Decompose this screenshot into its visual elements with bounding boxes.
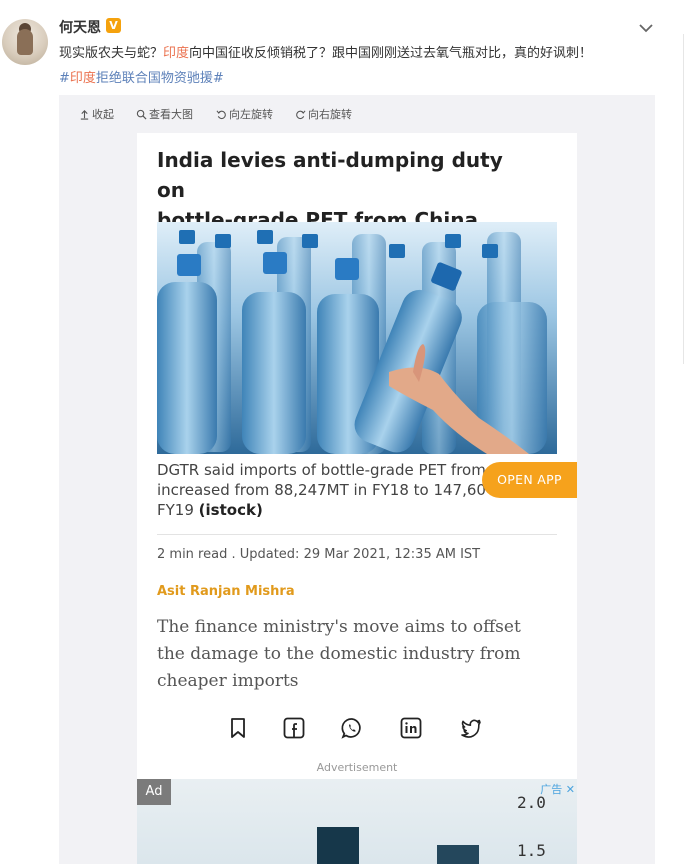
summary-line: cheaper imports: [157, 671, 299, 691]
summary-line: The finance ministry's move aims to offs…: [157, 617, 521, 637]
ad-bar: [317, 827, 359, 864]
caption-line: increased from 88,247MT in FY18 to 147,6…: [157, 481, 486, 499]
article-summary: The finance ministry's move aims to offs…: [157, 614, 557, 695]
ad-tick-label: 2.0: [517, 793, 546, 812]
facebook-icon[interactable]: [282, 716, 306, 740]
rotate-right-label: 向右旋转: [308, 108, 352, 121]
post-keyword-link[interactable]: 印度: [163, 46, 189, 61]
ad-tag: Ad: [137, 779, 171, 805]
rotate-left-label: 向左旋转: [229, 108, 273, 121]
avatar-figure-body: [17, 29, 33, 55]
view-large-label: 查看大图: [149, 108, 193, 121]
image-toolbar: 收起 查看大图 向左旋转 向右旋转: [59, 104, 655, 124]
collapse-button[interactable]: 收起: [79, 106, 114, 122]
open-app-button[interactable]: OPEN APP: [482, 462, 577, 498]
collapse-icon: [80, 109, 89, 120]
caption-credit: (istock): [198, 501, 263, 519]
post-text: 现实版农夫与蛇？印度向中国征收反倾销税了？跟中国刚刚送过去氧气瓶对比，真的好讽刺…: [59, 42, 592, 61]
topic-hash: #: [59, 71, 70, 86]
verified-badge-icon: V: [106, 18, 121, 33]
headline-line: India levies anti-dumping duty on: [157, 148, 503, 202]
user-avatar[interactable]: [2, 19, 48, 65]
twitter-icon[interactable]: [459, 716, 483, 740]
bottles-illustration: [157, 222, 557, 454]
advertisement-label: Advertisement: [316, 761, 398, 774]
username[interactable]: 何天恩: [59, 17, 101, 37]
column-divider: [683, 34, 684, 364]
magnify-icon: [136, 109, 147, 120]
rotate-right-button[interactable]: 向右旋转: [295, 106, 352, 122]
chevron-down-icon[interactable]: [636, 18, 656, 38]
ad-tick-label: 1.5: [517, 841, 546, 860]
linkedin-icon[interactable]: [399, 716, 423, 740]
topic-keyword: 印度: [69, 71, 96, 86]
collapse-label: 收起: [92, 108, 114, 121]
post-text-part: 现实版农夫与蛇？: [59, 46, 164, 61]
rotate-right-icon: [296, 110, 306, 119]
article-author[interactable]: Asit Ranjan Mishra: [157, 584, 295, 599]
ad-bar: [437, 845, 479, 864]
ad-banner[interactable]: Ad 广告 ✕ 2.0 1.5: [137, 779, 577, 864]
whatsapp-icon[interactable]: [340, 716, 364, 740]
caption-line: DGTR said imports of bottle-grade PET fr…: [157, 461, 486, 479]
post-text-part: 向中国征收反倾销税了？跟中国刚刚送过去氧气瓶对比，真的好讽刺！: [189, 46, 593, 61]
topic-tag[interactable]: #印度拒绝联合国物资驰援#: [59, 67, 224, 86]
view-large-button[interactable]: 查看大图: [136, 106, 193, 122]
rotate-left-icon: [216, 110, 226, 119]
article-screenshot[interactable]: India levies anti-dumping duty on bottle…: [137, 133, 577, 864]
article-meta: 2 min read . Updated: 29 Mar 2021, 12:35…: [157, 547, 481, 562]
bottles-photo: [157, 222, 557, 454]
divider: [157, 534, 557, 535]
summary-line: the damage to the domestic industry from: [157, 644, 521, 664]
topic-text: 拒绝联合国物资驰援#: [95, 71, 224, 86]
caption-line: FY19: [157, 501, 194, 519]
rotate-left-button[interactable]: 向左旋转: [216, 106, 273, 122]
bookmark-icon[interactable]: [226, 716, 250, 740]
